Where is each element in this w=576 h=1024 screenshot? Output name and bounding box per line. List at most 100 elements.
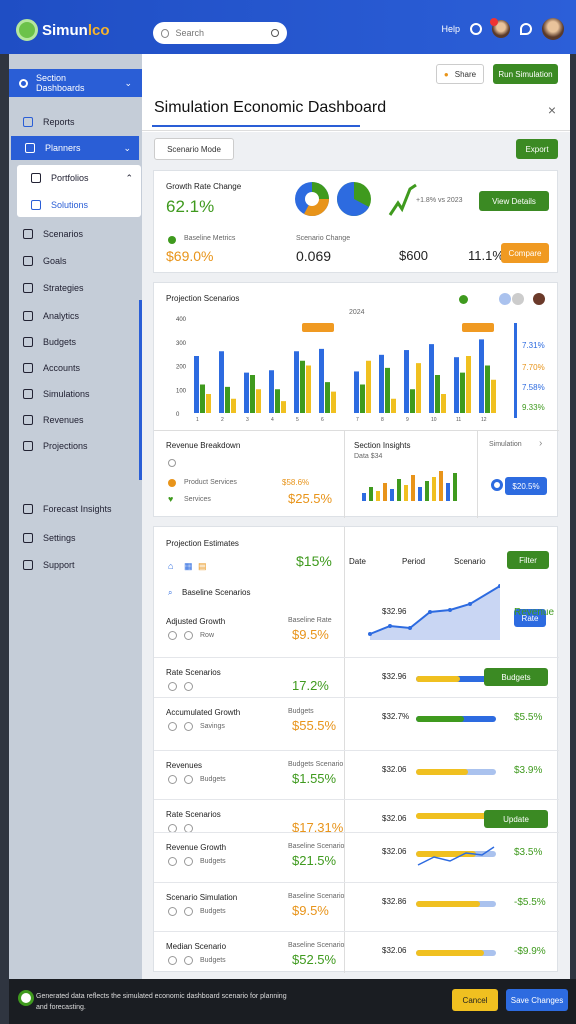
table-row[interactable]: Scenario Simulation Baseline Scenario Budg…: [154, 882, 559, 922]
scenario-tag[interactable]: [302, 323, 334, 332]
row-option-icon[interactable]: [184, 857, 193, 866]
share-button[interactable]: ● Share: [436, 64, 484, 84]
progress-bar: [416, 716, 496, 722]
mini-bar: [411, 475, 415, 501]
table-row[interactable]: Adjusted Growth Baseline Rate Row $9.5% $32.…: [154, 607, 559, 647]
grid-icon[interactable]: ▦: [184, 561, 193, 572]
table-row[interactable]: Revenues Budgets Scenario Budgets $1.55% $32…: [154, 750, 559, 790]
row-radio-icon[interactable]: [168, 631, 177, 640]
chart-bar: [466, 356, 471, 413]
radio-icon[interactable]: [168, 459, 176, 467]
mic-icon[interactable]: [271, 29, 279, 37]
table-row[interactable]: Rate Scenarios 17.2% $32.96 Budgets: [154, 657, 559, 697]
folder-icon[interactable]: ▤: [198, 561, 207, 572]
sidebar-item-accounts[interactable]: Accounts: [9, 356, 142, 380]
sidebar: Section Dashboards ⌄ Reports Planners ⌄ P…: [9, 54, 142, 979]
save-button[interactable]: Save Changes: [506, 989, 568, 1011]
scenario-mode-button[interactable]: Scenario Mode: [154, 138, 234, 160]
table-row[interactable]: Accumulated Growth Budgets Savings $55.5% $3…: [154, 697, 559, 737]
chart-bar: [306, 365, 311, 413]
sidebar-item-label: Support: [43, 560, 75, 570]
row-mid: $32.7%: [382, 712, 410, 721]
chart-bar: [194, 356, 199, 413]
simulation-icon: [23, 389, 33, 399]
heart-icon: ♥: [168, 494, 174, 504]
divider: [142, 130, 570, 131]
sparkline: [417, 846, 495, 866]
row-radio-icon[interactable]: [168, 956, 177, 965]
row-value: $55.5%: [292, 718, 337, 733]
legend-dot[interactable]: [459, 295, 468, 304]
sidebar-item-analytics[interactable]: Analytics: [9, 304, 142, 328]
filter-button[interactable]: Filter: [507, 551, 549, 569]
sidebar-item-revenues[interactable]: Revenues: [9, 408, 142, 432]
row-option-icon[interactable]: [184, 907, 193, 916]
home-icon[interactable]: ⌂: [168, 561, 173, 571]
row-option-icon[interactable]: [184, 631, 193, 640]
more-button[interactable]: $20.5%: [505, 477, 547, 495]
row-action-button[interactable]: Budgets: [484, 668, 548, 686]
legend-dot[interactable]: [512, 293, 524, 305]
bar-chart: 40030020010001 2 3 4 5 6 7 8 9 10 11 12: [176, 317, 496, 423]
search-box[interactable]: [153, 22, 287, 44]
x-tick-label: 9: [406, 417, 409, 423]
table-card: Projection Estimates $15% ⌂ ▦ ▤ Date Per…: [153, 526, 559, 973]
search-input[interactable]: [175, 28, 266, 38]
sidebar-item-budgets[interactable]: Budgets: [9, 330, 142, 354]
sidebar-item-strategies[interactable]: Strategies: [9, 276, 142, 300]
sidebar-top-item[interactable]: Section Dashboards ⌄: [9, 69, 142, 97]
cancel-button[interactable]: Cancel: [452, 989, 498, 1011]
export-button[interactable]: Export: [516, 139, 558, 159]
sidebar-item-forecast[interactable]: Forecast Insights: [9, 497, 142, 521]
chevron-right-icon[interactable]: ›: [539, 438, 542, 449]
sidebar-item-reports[interactable]: Reports: [9, 110, 142, 134]
row-option-icon[interactable]: [184, 956, 193, 965]
table-row[interactable]: Median Scenario Baseline Scenario Budgets $…: [154, 931, 559, 971]
row-label: Adjusted Growth: [166, 617, 226, 626]
view-details-button[interactable]: View Details: [479, 191, 549, 211]
row-value: 17.2%: [292, 678, 329, 693]
planners-icon: [25, 143, 35, 153]
chat-icon[interactable]: [520, 23, 532, 35]
row-radio-icon[interactable]: [168, 682, 177, 691]
run-simulation-button[interactable]: Run Simulation: [493, 64, 558, 84]
row-radio-icon[interactable]: [168, 722, 177, 731]
user-menu[interactable]: [490, 18, 510, 38]
row-radio-icon[interactable]: [168, 775, 177, 784]
sidebar-item-scenarios[interactable]: Scenarios: [9, 222, 142, 246]
row-meta: Budgets: [200, 858, 226, 865]
row-option-icon[interactable]: [184, 775, 193, 784]
row-radio-icon[interactable]: [168, 907, 177, 916]
mini-bar: [453, 473, 457, 501]
table-row[interactable]: Revenue Growth Baseline Scenario Budgets $2…: [154, 832, 559, 872]
profile-avatar[interactable]: [542, 18, 564, 40]
row-sub: Baseline Scenario: [288, 942, 345, 949]
sidebar-item-projections[interactable]: Projections: [9, 434, 142, 458]
sidebar-item-goals[interactable]: Goals: [9, 249, 142, 273]
sidebar-item-support[interactable]: Support: [9, 553, 142, 577]
help-link[interactable]: Help: [441, 24, 460, 34]
mini-label: Simulation: [489, 441, 522, 448]
sidebar-item-solutions[interactable]: Solutions: [17, 193, 141, 217]
row-radio-icon[interactable]: [168, 857, 177, 866]
title-underline: [152, 125, 360, 127]
scenario-tag[interactable]: [462, 323, 494, 332]
row-option-icon[interactable]: [184, 682, 193, 691]
chart-bar: [219, 351, 224, 413]
row-option-icon[interactable]: [184, 722, 193, 731]
compare-button[interactable]: Compare: [501, 243, 549, 263]
sidebar-item-settings[interactable]: Settings: [9, 526, 142, 550]
sidebar-item-portfolios[interactable]: Portfolios ⌃: [17, 166, 141, 190]
legend-dot[interactable]: [499, 293, 511, 305]
sidebar-item-planners[interactable]: Planners ⌄: [11, 136, 139, 160]
sidebar-item-simulations[interactable]: Simulations: [9, 382, 142, 406]
logo[interactable]: Simunlco: [16, 19, 110, 41]
legend-dot[interactable]: [533, 293, 545, 305]
mini-bar: [390, 489, 394, 501]
row-action-button[interactable]: Update: [484, 810, 548, 828]
close-icon[interactable]: ×: [548, 102, 556, 118]
notification-icon[interactable]: [470, 23, 482, 35]
side-value: 7.70%: [522, 363, 545, 372]
chart-bar: [225, 386, 230, 413]
x-tick-label: 1: [196, 417, 199, 423]
